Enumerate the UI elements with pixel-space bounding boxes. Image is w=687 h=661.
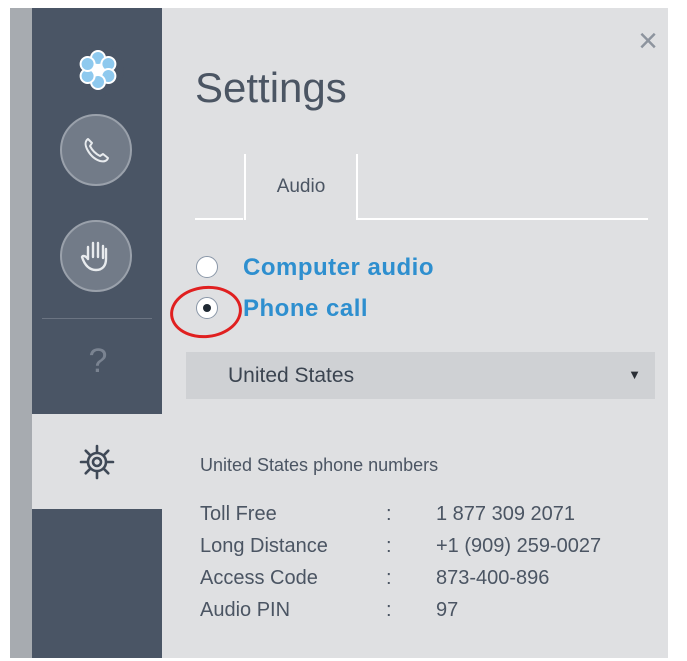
- page-title: Settings: [195, 64, 347, 111]
- phone-row: Audio PIN : 97: [200, 599, 640, 629]
- chevron-down-icon: ▼: [628, 367, 641, 382]
- close-icon[interactable]: ×: [632, 24, 664, 58]
- phone-row-label: Access Code: [200, 567, 318, 589]
- window-edge: [10, 8, 32, 658]
- phone-button[interactable]: [60, 114, 132, 186]
- raise-hand-button[interactable]: [60, 220, 132, 292]
- phone-row-label: Toll Free: [200, 503, 277, 525]
- phone-row-value: 873-400-896: [436, 567, 550, 589]
- country-select-value: United States: [228, 364, 355, 387]
- settings-button[interactable]: [32, 414, 162, 509]
- computer-audio-label[interactable]: Computer audio: [243, 254, 434, 282]
- phone-row-value: 1 877 309 2071: [436, 503, 576, 525]
- phone-row-separator: :: [386, 567, 392, 589]
- phone-row: Long Distance : +1 (909) 259-0027: [200, 535, 640, 565]
- phone-call-label[interactable]: Phone call: [243, 295, 368, 323]
- gear-icon: [79, 444, 115, 480]
- phone-icon: [84, 138, 109, 163]
- tab-underline-left: [195, 218, 243, 220]
- phone-row: Access Code : 873-400-896: [200, 567, 640, 597]
- tab-audio[interactable]: Audio: [244, 154, 358, 220]
- country-select[interactable]: United States ▼: [186, 352, 655, 399]
- phone-row-separator: :: [386, 503, 392, 525]
- sidebar-divider: [42, 318, 152, 319]
- tab-audio-label: Audio: [276, 176, 326, 197]
- phone-row-label: Audio PIN: [200, 599, 291, 621]
- phone-row-separator: :: [386, 599, 392, 621]
- phone-row-value: +1 (909) 259-0027: [436, 535, 602, 557]
- computer-audio-radio[interactable]: [196, 256, 218, 278]
- phone-numbers-heading: United States phone numbers: [200, 455, 439, 475]
- phone-row-separator: :: [386, 535, 392, 557]
- sidebar: [32, 8, 162, 658]
- hand-icon: [80, 241, 108, 272]
- question-icon[interactable]: ?: [83, 344, 113, 378]
- phone-row-value: 97: [436, 599, 459, 621]
- tab-underline-right: [358, 218, 648, 220]
- flower-logo-icon[interactable]: [70, 42, 126, 98]
- phone-row-label: Long Distance: [200, 535, 328, 557]
- phone-row: Toll Free : 1 877 309 2071: [200, 503, 640, 533]
